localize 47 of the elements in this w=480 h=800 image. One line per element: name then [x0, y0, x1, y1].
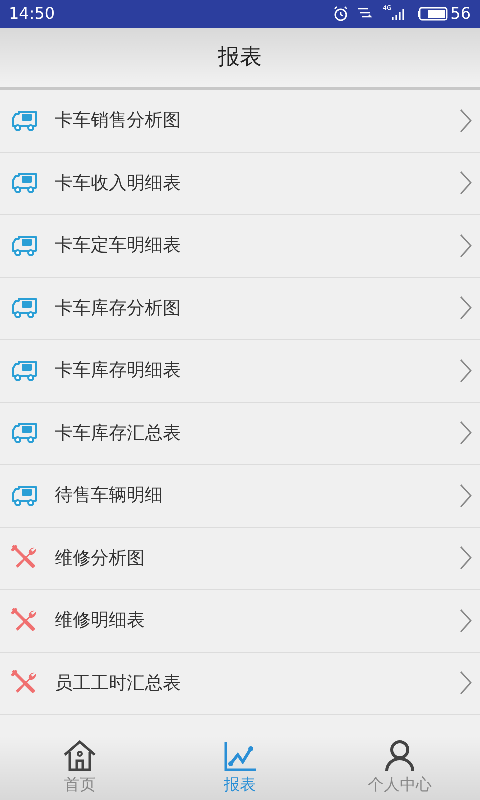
- truck-icon: [10, 171, 40, 196]
- report-row[interactable]: 卡车销售分析图: [0, 90, 480, 152]
- truck-icon: [10, 358, 40, 383]
- report-label: 维修明细表: [55, 609, 146, 634]
- report-label: 卡车库存分析图: [55, 296, 182, 321]
- truck-icon: [10, 234, 40, 258]
- report-label: 员工工时汇总表: [55, 672, 182, 696]
- home-icon: [63, 740, 97, 772]
- battery-icon: [418, 7, 448, 21]
- report-label: 卡车收入明细表: [55, 172, 182, 196]
- report-label: 维修分析图: [55, 546, 146, 571]
- chevron-right-icon: [460, 296, 472, 320]
- report-label: 卡车库存汇总表: [55, 422, 182, 446]
- chevron-right-icon: [460, 671, 472, 696]
- report-row[interactable]: 员工工时汇总表: [0, 652, 480, 715]
- truck-icon: [10, 421, 40, 446]
- alarm-icon: [333, 6, 350, 22]
- report-row[interactable]: 待售车辆明细: [0, 465, 480, 528]
- chevron-right-icon: [460, 358, 472, 383]
- line-chart-icon: [224, 742, 256, 772]
- page-title: 报表: [218, 44, 262, 72]
- chevron-right-icon: [460, 171, 472, 196]
- report-label: 待售车辆明细: [55, 484, 164, 508]
- report-row[interactable]: 卡车定车明细表: [0, 215, 480, 278]
- report-row[interactable]: 维修明细表: [0, 590, 480, 652]
- report-label: 卡车库存明细表: [55, 359, 182, 384]
- chevron-right-icon: [460, 608, 472, 633]
- tools-icon: [11, 608, 39, 634]
- chevron-right-icon: [460, 484, 472, 508]
- report-label: 卡车定车明细表: [55, 234, 182, 258]
- report-row[interactable]: 卡车库存汇总表: [0, 402, 480, 465]
- chevron-right-icon: [460, 421, 472, 446]
- chevron-right-icon: [460, 108, 472, 133]
- truck-icon: [10, 484, 40, 508]
- status-time: 14:50: [9, 3, 56, 25]
- battery-level: 56: [450, 3, 471, 25]
- report-row[interactable]: 卡车库存明细表: [0, 340, 480, 402]
- report-row[interactable]: 卡车收入明细表: [0, 152, 480, 215]
- truck-icon: [10, 108, 40, 133]
- chevron-right-icon: [460, 546, 472, 570]
- signal-icon: [392, 8, 406, 20]
- report-label: 卡车销售分析图: [55, 109, 182, 134]
- report-row[interactable]: 卡车库存分析图: [0, 278, 480, 340]
- person-icon: [385, 740, 415, 772]
- report-row[interactable]: 维修分析图: [0, 528, 480, 590]
- truck-icon: [10, 296, 40, 320]
- chevron-right-icon: [460, 234, 472, 258]
